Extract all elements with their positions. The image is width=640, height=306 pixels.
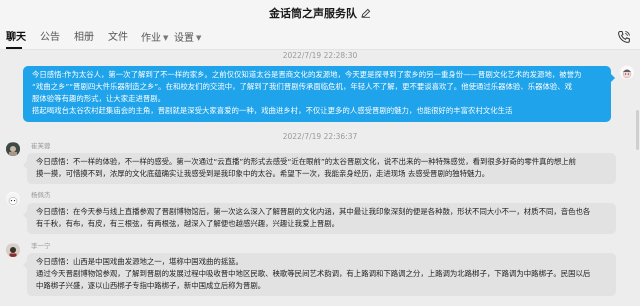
message-line: 服体验等有趣的形式，让大家走进晋剧。 xyxy=(32,94,166,103)
chat-scrollbar[interactable] xyxy=(636,110,639,150)
message-line: 搭起喝戏台太谷农村赶集庙会的主角，晋剧就是深受大家喜爱的一种，戏曲进乡村，不仅让… xyxy=(32,106,513,115)
avatar-user[interactable] xyxy=(6,192,20,206)
message-line: 今日感悟：在今天参与线上直播参观了晋剧博物馆后，第一次这么深入了解晋剧的文化内涵… xyxy=(36,207,591,216)
message-line: 摸一摸，可惜摸不到，浓厚的文化底蕴确实让我感受到是我印象中的太谷。希望下一次，我… xyxy=(36,169,490,178)
tab-homework-label: 作业 xyxy=(141,33,161,44)
tab-album[interactable]: 相册 xyxy=(74,26,94,50)
group-title: 金话筒之声服务队 xyxy=(269,7,357,20)
message-timestamp: 2022/7/19 22:28:30 xyxy=(282,51,358,60)
message-line: 今日感悟：山西是中国戏曲发源地之一，堪称中国戏曲的摇篮。 xyxy=(36,257,243,266)
message-line: “戏曲之乡”“晋剧四大件乐器制造之乡”。在和校友们的交流中，了解到了我们晋剧传承… xyxy=(32,82,573,91)
tab-announcements[interactable]: 公告 xyxy=(40,26,60,50)
tab-bar: 聊天 公告 相册 文件 作业 ▼ 设置 ▼ xyxy=(0,26,640,50)
message-timestamp: 2022/7/19 22:36:37 xyxy=(282,132,358,141)
tab-files[interactable]: 文件 xyxy=(108,26,128,50)
chevron-down-icon: ▼ xyxy=(196,34,202,42)
message-bubble-self[interactable]: 今日感悟:作为太谷人，第一次了解到了不一样的家乡。之前仅仅知道太谷是晋商文化的发… xyxy=(23,66,615,122)
active-tab-indicator xyxy=(6,47,22,49)
sender-name: 李一宁 xyxy=(31,242,51,250)
bubble-tail xyxy=(23,161,27,169)
window-titlebar: 金话筒之声服务队 xyxy=(0,0,640,26)
user-photo-icon xyxy=(6,143,20,156)
user-photo-icon xyxy=(6,244,20,257)
message-line: 通过今天晋剧博物馆参观，了解到晋剧的发展过程中吸收晋中地区民歌、秧歌等民间艺术韵… xyxy=(36,269,591,278)
bubble-tail xyxy=(23,261,27,269)
bubble-tail xyxy=(23,211,27,219)
tab-homework[interactable]: 作业 ▼ xyxy=(141,26,168,50)
message-bubble[interactable]: 今日感悟：在今天参与线上直播参观了晋剧博物馆后，第一次这么深入了解晋剧的文化内涵… xyxy=(23,203,616,234)
chat-area[interactable]: 2022/7/19 22:28:30 今日感悟:作为太谷人，第一次了解到了不一样… xyxy=(0,50,640,306)
tab-settings-label: 设置 xyxy=(174,33,194,44)
cartoon-avatar-icon xyxy=(620,66,634,79)
avatar-user[interactable] xyxy=(6,243,20,257)
message-line: 中路梆子兴盛，逐以山西梆子专指中路梆子，新中国成立后称为晋剧。 xyxy=(36,281,266,290)
chevron-down-icon: ▼ xyxy=(163,34,169,42)
avatar-self[interactable] xyxy=(620,65,634,79)
sender-name: 崔芙蓉 xyxy=(31,142,51,150)
message-line: 有千秋，有布，有皮，有三根弦，有两根弦，越深入了解便也越感兴趣，兴趣让我爱上晋剧… xyxy=(36,219,340,228)
sender-name: 杨佩杰 xyxy=(31,191,51,199)
phone-icon[interactable] xyxy=(617,30,631,44)
message-bubble[interactable]: 今日感悟：山西是中国戏曲发源地之一，堪称中国戏曲的摇篮。 通过今天晋剧博物馆参观… xyxy=(23,253,616,296)
bubble-tail xyxy=(611,74,615,82)
tab-settings[interactable]: 设置 ▼ xyxy=(174,26,201,50)
avatar-user[interactable] xyxy=(6,142,20,156)
message-line: 今日感悟：不一样的体验，不一样的感受。第一次通过“云直播”的形式去感受“近在眼前… xyxy=(36,157,577,166)
message-bubble[interactable]: 今日感悟：不一样的体验，不一样的感受。第一次通过“云直播”的形式去感受“近在眼前… xyxy=(23,153,616,184)
pencil-icon[interactable] xyxy=(361,8,371,18)
message-line: 今日感悟:作为太谷人，第一次了解到了不一样的家乡。之前仅仅知道太谷是晋商文化的发… xyxy=(32,70,582,79)
cartoon-avatar-icon xyxy=(6,193,20,206)
